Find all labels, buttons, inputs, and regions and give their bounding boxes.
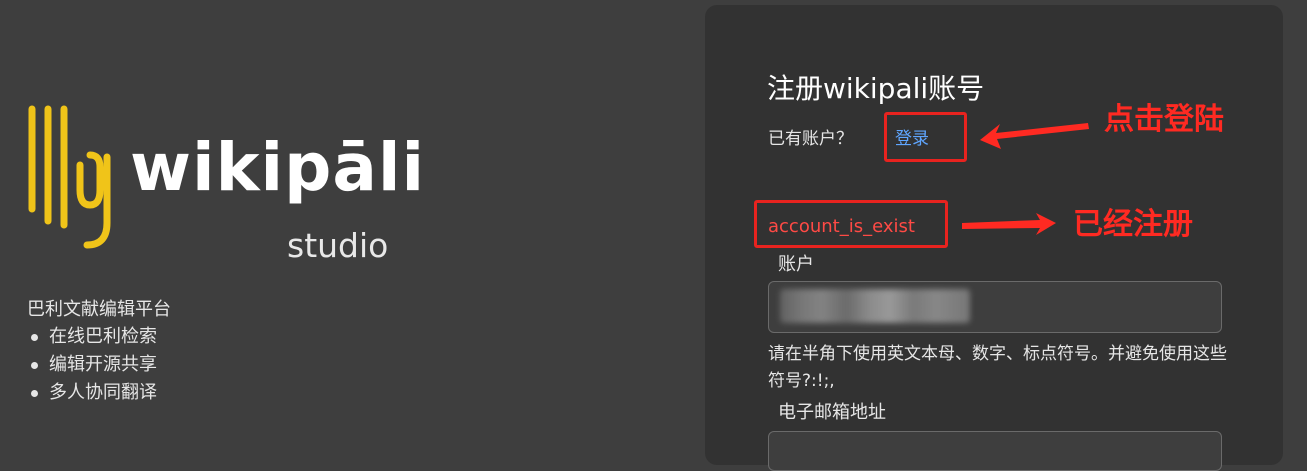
account-label: 账户 bbox=[778, 254, 814, 275]
wikipali-logo-icon bbox=[28, 105, 111, 249]
annotation-registered-note: 已经注册 bbox=[1073, 207, 1193, 242]
redacted-account-value bbox=[780, 289, 970, 323]
email-label: 电子邮箱地址 bbox=[778, 402, 886, 423]
account-help-text: 请在半角下使用英文本母、数字、标点符号。并避免使用这些符号?:!;, bbox=[768, 344, 1227, 391]
have-account-text: 已有账户？ bbox=[768, 129, 853, 149]
register-title: 注册wikipali账号 bbox=[767, 72, 985, 105]
login-highlight-box bbox=[884, 112, 967, 162]
feature-item: 多人协同翻译 bbox=[27, 379, 157, 407]
feature-item: 编辑开源共享 bbox=[27, 351, 157, 379]
feature-list: 在线巴利检索 编辑开源共享 多人协同翻译 bbox=[27, 323, 157, 407]
annotation-login-note: 点击登陆 bbox=[1104, 102, 1224, 137]
error-highlight-box bbox=[754, 200, 948, 248]
feature-item: 在线巴利检索 bbox=[27, 323, 157, 351]
platform-title: 巴利文献编辑平台 bbox=[27, 299, 171, 320]
email-input[interactable] bbox=[768, 431, 1222, 471]
brand-name: wikipāli bbox=[130, 129, 426, 206]
brand-subtitle: studio bbox=[287, 226, 389, 265]
